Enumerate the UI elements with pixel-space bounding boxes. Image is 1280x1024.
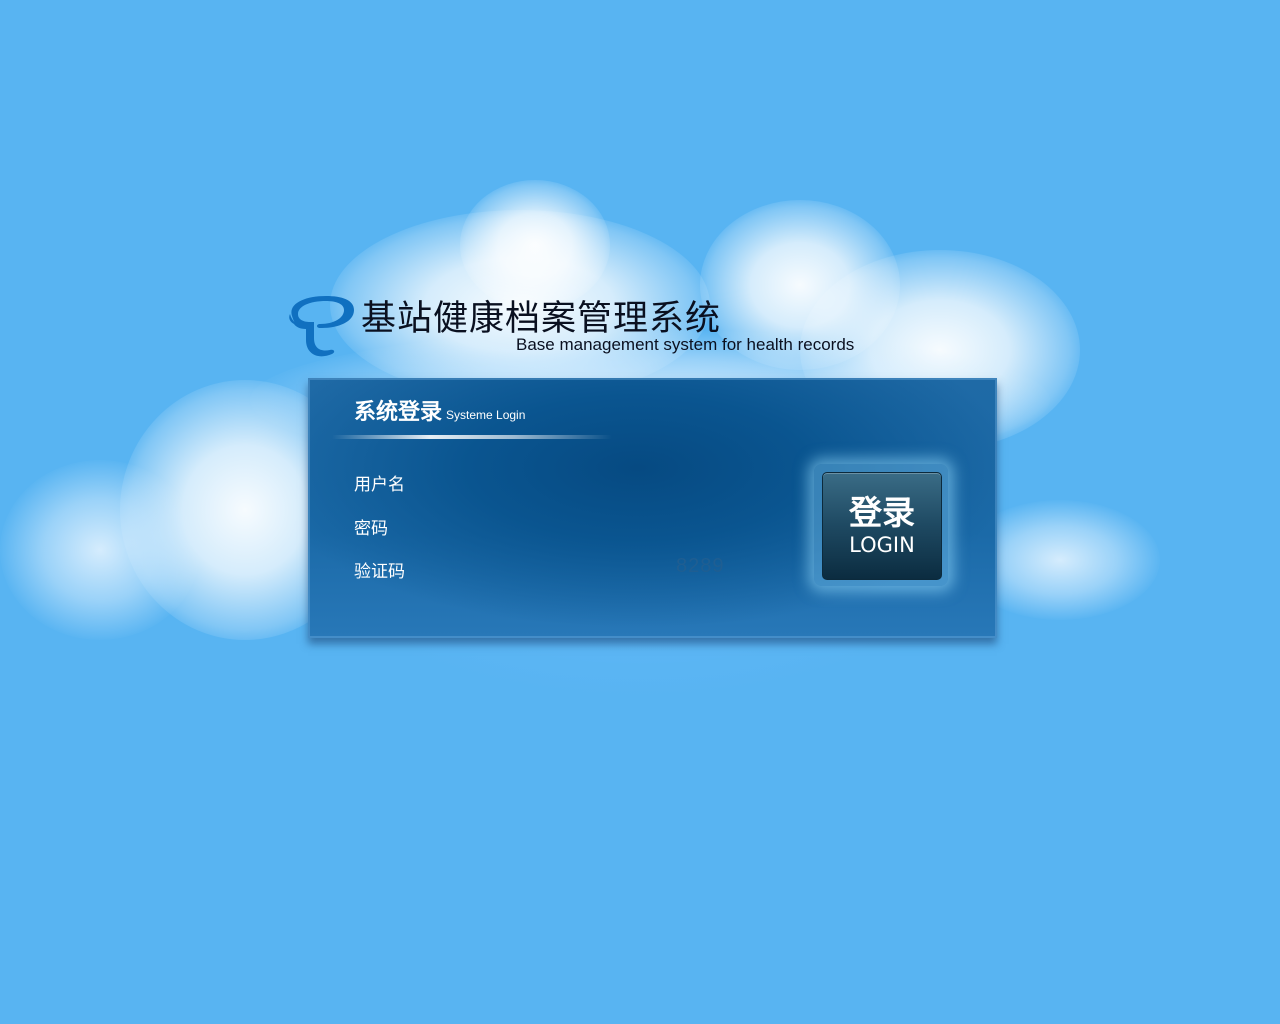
password-label: 密码 — [354, 519, 388, 539]
login-panel-title: 系统登录 Systeme Login — [354, 394, 525, 426]
username-label: 用户名 — [354, 475, 405, 495]
captcha-input[interactable] — [428, 558, 652, 584]
app-title: 基站健康档案管理系统 — [361, 299, 722, 339]
captcha-label: 验证码 — [354, 562, 405, 582]
username-input[interactable] — [428, 469, 732, 495]
login-button[interactable]: 登录 LOGIN — [822, 472, 942, 580]
cloud — [0, 460, 200, 640]
captcha-image[interactable]: 8289 — [676, 555, 725, 578]
login-button-label-en: LOGIN — [849, 533, 915, 557]
title-divider — [332, 435, 612, 439]
login-title-cn: 系统登录 — [354, 400, 443, 425]
login-title-en: Systeme Login — [446, 408, 526, 422]
login-panel: 系统登录 Systeme Login 用户名 密码 验证码 8289 登录 LOG… — [308, 378, 997, 638]
password-input[interactable] — [428, 513, 732, 539]
app-subtitle: Base management system for health record… — [516, 335, 855, 354]
login-button-label-cn: 登录 — [849, 493, 915, 532]
app-header: 基站健康档案管理系统 Base management system for he… — [286, 286, 886, 362]
china-telecom-logo-icon — [286, 288, 358, 358]
